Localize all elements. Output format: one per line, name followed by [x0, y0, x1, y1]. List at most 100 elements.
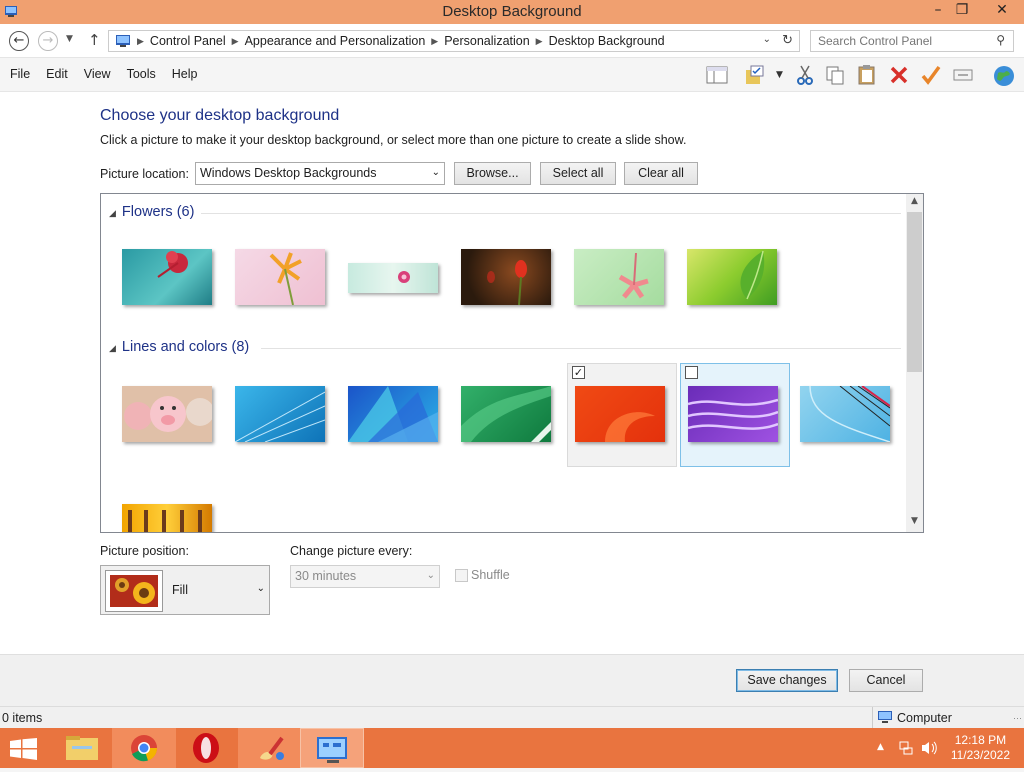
scrollbar-thumb[interactable] — [907, 212, 922, 372]
wallpaper-thumb[interactable] — [687, 249, 777, 305]
cut-icon[interactable] — [794, 64, 816, 86]
menu-view[interactable]: View — [84, 67, 111, 81]
control-panel-icon — [116, 35, 130, 47]
checkmark-icon[interactable] — [920, 64, 942, 86]
cancel-button[interactable]: Cancel — [849, 669, 923, 692]
menu-edit[interactable]: Edit — [46, 67, 68, 81]
window-title: Desktop Background — [442, 3, 582, 20]
windows-start-icon[interactable] — [10, 738, 38, 760]
group-header-lines-and-colors[interactable]: ◢ Lines and colors (8) — [109, 339, 249, 355]
status-divider — [872, 707, 873, 729]
browse-button[interactable]: Browse... — [454, 162, 531, 185]
wallpaper-thumb[interactable] — [348, 386, 438, 442]
position-preview — [105, 570, 163, 612]
scroll-down-icon[interactable]: ▼ — [906, 516, 923, 526]
wallpaper-thumb[interactable] — [122, 249, 212, 305]
up-arrow-icon[interactable]: ↑ — [88, 31, 101, 49]
picture-position-select[interactable]: Fill ⌄ — [100, 565, 270, 615]
menu-help[interactable]: Help — [172, 67, 198, 81]
chevron-right-icon: ▶ — [231, 35, 239, 46]
menu-tools[interactable]: Tools — [127, 67, 156, 81]
wallpaper-thumb[interactable] — [122, 386, 214, 442]
scroll-up-icon[interactable]: ▲ — [906, 196, 923, 206]
restore-button[interactable]: ❐ — [948, 0, 976, 22]
search-box[interactable]: ⚲ — [810, 30, 1014, 52]
taskbar-control-panel[interactable] — [300, 728, 364, 768]
chevron-down-icon: ⌄ — [431, 167, 440, 178]
picture-position-label: Picture position: — [100, 544, 189, 558]
search-icon[interactable]: ⚲ — [996, 33, 1005, 47]
close-button[interactable]: ✕ — [984, 0, 1020, 22]
search-input[interactable] — [811, 31, 981, 51]
blue-fan-image — [348, 386, 438, 442]
pink-lily-image — [618, 252, 649, 299]
network-icon[interactable] — [898, 740, 914, 756]
forward-button[interactable]: → — [38, 31, 58, 51]
save-changes-button[interactable]: Save changes — [736, 669, 838, 692]
properties-icon[interactable] — [952, 64, 974, 86]
red-tulip-image — [487, 260, 527, 306]
wallpaper-thumb[interactable] — [800, 385, 891, 443]
chevron-right-icon: ▶ — [137, 35, 144, 46]
breadcrumb-appearance[interactable]: Appearance and Personalization — [245, 34, 426, 48]
group-header-flowers[interactable]: ◢ Flowers (6) — [109, 204, 194, 220]
breadcrumb-personalization[interactable]: Personalization — [444, 34, 529, 48]
select-all-button[interactable]: Select all — [540, 162, 616, 185]
chevron-right-icon: ▶ — [431, 35, 439, 46]
address-dropdown-icon[interactable]: ⌄ — [763, 34, 771, 45]
taskbar-file-explorer[interactable] — [50, 728, 114, 768]
group-label-flowers: Flowers (6) — [121, 204, 195, 220]
picture-location-value: Windows Desktop Backgrounds — [200, 166, 377, 180]
copy-icon[interactable] — [824, 64, 846, 86]
page-subtitle: Click a picture to make it your desktop … — [100, 133, 687, 147]
change-picture-label: Change picture every: — [290, 544, 413, 558]
chevron-down-icon: ⌄ — [256, 583, 265, 594]
clear-all-button[interactable]: Clear all — [624, 162, 698, 185]
wallpaper-thumb — [687, 386, 779, 442]
show-hidden-icons[interactable]: ▲ — [877, 742, 884, 752]
blue-lines-image — [234, 391, 326, 443]
picture-position-value: Fill — [172, 583, 188, 597]
tile-checkbox-checked[interactable]: ✓ — [572, 366, 585, 379]
paste-icon[interactable] — [856, 64, 878, 86]
shuffle-checkbox[interactable] — [455, 569, 468, 582]
tile-checkbox-unchecked[interactable] — [685, 366, 698, 379]
chrome-icon — [131, 735, 158, 762]
folder-options-dropdown-icon[interactable]: ▼ — [776, 70, 783, 80]
layout-pane-icon[interactable] — [706, 64, 728, 86]
wallpaper-thumb[interactable] — [234, 386, 326, 443]
globe-icon[interactable] — [992, 64, 1016, 88]
wallpaper-thumb[interactable] — [235, 249, 325, 306]
wallpaper-thumb[interactable] — [461, 386, 551, 442]
taskbar-paint[interactable] — [238, 728, 302, 768]
picture-location-select[interactable]: Windows Desktop Backgrounds ⌄ — [195, 162, 445, 185]
taskbar-opera[interactable] — [174, 728, 238, 768]
wallpaper-thumb[interactable] — [461, 249, 551, 306]
breadcrumb-control-panel[interactable]: Control Panel — [150, 34, 226, 48]
sunflower-preview-image — [110, 575, 158, 607]
back-button[interactable]: ← — [9, 31, 29, 51]
recent-pages-icon[interactable]: ▼ — [66, 34, 73, 44]
resize-grip-icon[interactable]: ⋯ — [1013, 713, 1022, 724]
folder-options-icon[interactable] — [744, 64, 766, 86]
vertical-scrollbar[interactable]: ▲ ▼ — [906, 194, 923, 532]
wallpaper-tile-selected[interactable]: ✓ — [567, 363, 677, 467]
light-blue-lines-image — [809, 385, 891, 443]
taskbar-chrome[interactable] — [112, 728, 176, 768]
address-bar[interactable]: ▶ Control Panel ▶ Appearance and Persona… — [108, 30, 800, 52]
refresh-icon[interactable]: ↻ — [782, 33, 793, 48]
wallpaper-thumb[interactable] — [348, 263, 438, 293]
change-interval-select[interactable]: 30 minutes ⌄ — [290, 565, 440, 588]
green-leaf-image — [740, 250, 765, 300]
delete-icon[interactable] — [888, 64, 910, 86]
wallpaper-tile-hover[interactable] — [680, 363, 790, 467]
menu-file[interactable]: File — [10, 67, 30, 81]
wallpaper-thumb[interactable] — [122, 504, 212, 532]
clock-date: 11/23/2022 — [950, 748, 1010, 762]
system-clock[interactable]: 12:18 PM 11/23/2022 — [951, 733, 1010, 763]
wallpaper-thumb[interactable] — [574, 249, 664, 305]
status-bar: 0 items Computer ⋯ — [0, 706, 1024, 729]
breadcrumb-desktop-background[interactable]: Desktop Background — [549, 34, 665, 48]
volume-icon[interactable] — [920, 740, 938, 756]
control-panel-icon — [317, 737, 347, 763]
